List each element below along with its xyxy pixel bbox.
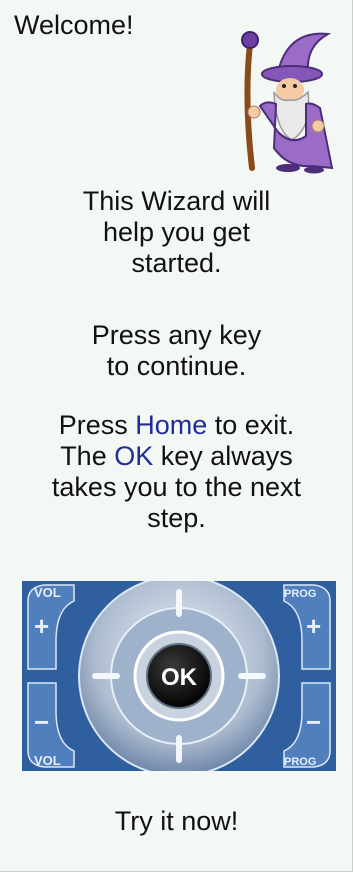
continue-line-1: Press any key bbox=[91, 320, 262, 350]
always-text: key always bbox=[153, 441, 293, 471]
prog-minus-sign: − bbox=[306, 707, 321, 737]
prog-plus-sign: + bbox=[306, 611, 321, 641]
vol-up-label: VOL bbox=[34, 585, 61, 600]
continue-text: Press any key to continue. bbox=[0, 320, 353, 382]
wizard-icon bbox=[241, 31, 334, 174]
prog-up-label: PROG bbox=[284, 588, 316, 600]
ok-key-label: OK bbox=[114, 441, 154, 471]
intro-text: This Wizard will help you get started. bbox=[0, 186, 353, 279]
welcome-title: Welcome! bbox=[14, 10, 134, 40]
exit-instructions: Press Home to exit. The OK key always ta… bbox=[0, 410, 353, 534]
press-text: Press bbox=[58, 410, 136, 440]
home-key-label: Home bbox=[135, 410, 208, 440]
vol-down-label: VOL bbox=[34, 753, 61, 768]
try-it-now-text: Try it now! bbox=[114, 806, 239, 836]
intro-line-2: help you get bbox=[102, 217, 251, 247]
ok-button-label: OK bbox=[161, 664, 198, 691]
vol-minus-sign: − bbox=[34, 707, 49, 737]
exit-line-3: takes you to the next bbox=[51, 472, 302, 502]
exit-line-1: Press Home to exit. bbox=[0, 410, 353, 441]
remote-control-illustration: VOL VOL PROG PROG + − + − OK bbox=[22, 581, 336, 771]
continue-line-2: to continue. bbox=[106, 351, 247, 381]
exit-line-4: step. bbox=[147, 503, 206, 533]
exit-line-2: The OK key always bbox=[0, 441, 353, 472]
the-text: The bbox=[60, 441, 115, 471]
prog-down-label: PROG bbox=[284, 756, 316, 768]
vol-plus-sign: + bbox=[34, 611, 49, 641]
to-exit-text: to exit. bbox=[207, 410, 295, 440]
intro-line-1: This Wizard will bbox=[82, 186, 271, 216]
intro-line-3: started. bbox=[131, 248, 222, 278]
